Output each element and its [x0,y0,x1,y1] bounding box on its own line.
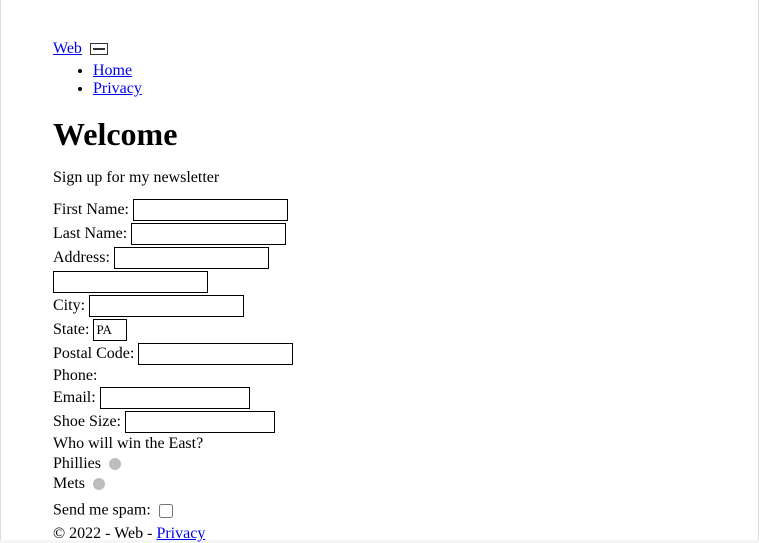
address2-input[interactable] [53,271,208,293]
page-subtitle: Sign up for my newsletter [53,169,706,187]
page-title: Welcome [53,116,706,153]
footer-privacy-link[interactable]: Privacy [156,525,205,542]
poll-option-phillies-radio[interactable] [109,458,121,470]
nav-toggle-icon[interactable] [90,43,108,55]
nav-item-privacy: Privacy [93,80,706,98]
shoe-size-input[interactable] [125,411,275,433]
spam-label: Send me spam: [53,502,151,519]
brand-link[interactable]: Web [53,40,82,57]
nav-item-home: Home [93,62,706,80]
spam-checkbox[interactable] [159,504,173,518]
footer-copyright: © 2022 - Web - [53,525,156,542]
email-label: Email: [53,389,96,406]
state-label: State: [53,321,89,338]
nav-link-home[interactable]: Home [93,62,132,79]
last-name-label: Last Name: [53,225,127,242]
phone-label: Phone: [53,367,97,384]
nav-list: Home Privacy [53,62,706,98]
poll-question: Who will win the East? [53,435,203,452]
postal-code-label: Postal Code: [53,345,134,362]
poll-option-mets-label: Mets [53,475,85,492]
city-label: City: [53,297,85,314]
poll-option-mets-radio[interactable] [93,478,105,490]
city-input[interactable] [89,295,244,317]
postal-code-input[interactable] [138,343,293,365]
first-name-label: First Name: [53,201,129,218]
address-label: Address: [53,249,110,266]
shoe-size-label: Shoe Size: [53,413,121,430]
last-name-input[interactable] [131,223,286,245]
nav-link-privacy[interactable]: Privacy [93,80,142,97]
poll-option-phillies-label: Phillies [53,455,101,472]
state-input[interactable] [93,319,127,341]
email-input[interactable] [100,387,250,409]
first-name-input[interactable] [133,199,288,221]
address1-input[interactable] [114,247,269,269]
